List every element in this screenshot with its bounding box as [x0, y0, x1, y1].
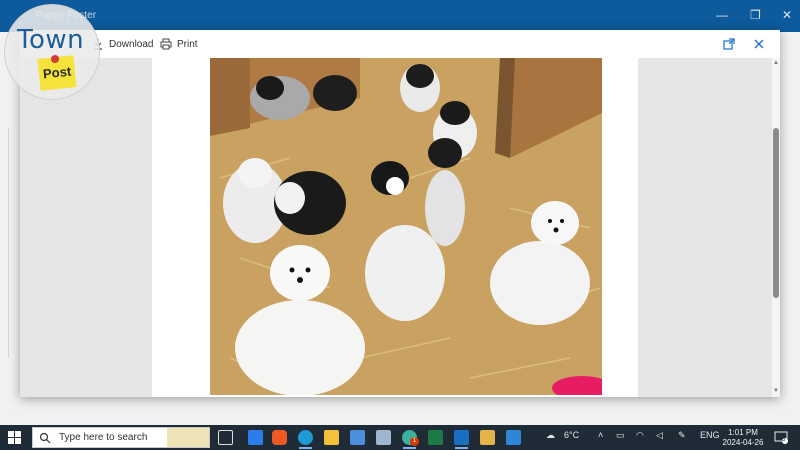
outlook-app-icon[interactable]: [454, 430, 469, 449]
logo-post-text: Post: [42, 63, 72, 82]
open-external-icon[interactable]: [722, 37, 736, 51]
document-page: [152, 58, 638, 397]
puppies-photo: [210, 58, 602, 395]
taskbar: Type here to search 1 ☁ 6°C ˄ ▭ ◠ ◁ ✎ EN…: [0, 425, 800, 450]
taskbar-search-box[interactable]: Type here to search: [32, 427, 210, 448]
clock-date: 2024-04-26: [722, 438, 764, 447]
scroll-down-arrow-icon[interactable]: ▼: [772, 388, 780, 394]
weather-temp[interactable]: 6°C: [564, 430, 579, 440]
notification-center-icon[interactable]: [774, 430, 788, 444]
pen-icon[interactable]: ✎: [678, 430, 686, 441]
store-app-icon[interactable]: [350, 430, 365, 445]
puppies-image: [210, 58, 602, 395]
system-clock[interactable]: 1:01 PM 2024-04-26: [718, 428, 768, 448]
volume-icon[interactable]: ◁: [656, 430, 663, 441]
logo-town-text: Town: [17, 25, 85, 55]
battery-icon[interactable]: ▭: [616, 430, 625, 441]
notification-count: 5: [782, 437, 786, 443]
task-view-icon[interactable]: [218, 430, 233, 445]
search-highlight-icon: [167, 428, 209, 447]
mail-badge: 1: [410, 437, 419, 446]
vertical-scrollbar[interactable]: ▲ ▼: [772, 58, 780, 397]
printer-icon: [160, 38, 172, 50]
excel-app-icon[interactable]: [428, 430, 443, 445]
mail-app-icon[interactable]: [248, 430, 263, 445]
viewer-canvas: [20, 58, 772, 397]
search-icon: [39, 432, 51, 443]
close-window-button[interactable]: ✕: [782, 8, 792, 22]
network-app-icon[interactable]: [376, 430, 391, 445]
scroll-up-arrow-icon[interactable]: ▲: [772, 60, 780, 66]
language-indicator[interactable]: ENG: [700, 430, 720, 440]
download-button[interactable]: Download: [92, 36, 153, 52]
close-icon[interactable]: [752, 37, 766, 51]
file-explorer-icon[interactable]: [324, 430, 339, 445]
windows-start-icon[interactable]: [8, 431, 21, 444]
remote-desktop-icon[interactable]: [506, 430, 521, 445]
scrollbar-thumb[interactable]: [773, 128, 779, 298]
notepad-app-icon[interactable]: [480, 430, 495, 445]
minimize-button[interactable]: —: [716, 8, 728, 22]
chrome-browser-icon[interactable]: 1: [402, 430, 419, 449]
image-viewer-dialog: Download Print ▲ ▼: [20, 30, 780, 397]
show-hidden-icons-icon[interactable]: ˄: [598, 430, 603, 440]
print-button[interactable]: Print: [160, 36, 198, 52]
restore-button[interactable]: ❐: [750, 8, 761, 22]
wifi-icon[interactable]: ◠: [636, 430, 644, 441]
weather-cloud-icon[interactable]: ☁: [546, 430, 555, 441]
viewer-toolbar: Download Print: [20, 30, 780, 58]
brave-browser-icon[interactable]: [272, 430, 287, 445]
print-label: Print: [177, 38, 198, 50]
search-placeholder: Type here to search: [59, 432, 148, 443]
pushpin-icon: [51, 55, 59, 63]
download-label: Download: [109, 38, 154, 50]
background-title-bar: Puppy Poster — ❐ ✕: [0, 0, 800, 32]
town-post-logo-icon: Town Post: [4, 4, 100, 100]
edge-browser-icon[interactable]: [298, 430, 313, 449]
clock-time: 1:01 PM: [728, 428, 758, 437]
